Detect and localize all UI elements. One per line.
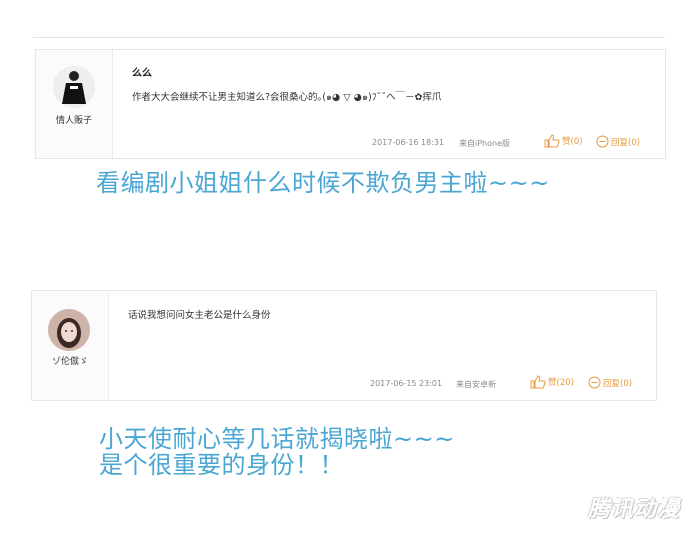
reply-button[interactable]: 回复(0) <box>588 376 632 389</box>
reply-bubble-icon <box>588 376 601 389</box>
comment-title: 么么 <box>132 68 152 79</box>
reply-count-label: 回复(0) <box>611 137 641 148</box>
username[interactable]: 情人贩子 <box>36 113 112 126</box>
page: 情人贩子 么么 作者大大会继续不让男主知道么?会很桑心的｡(๑◕ ▽ ◕๑)ﾌ˘… <box>0 0 700 545</box>
like-count-label: 赞(0) <box>562 137 583 147</box>
comment-card: 情人贩子 么么 作者大大会继续不让男主知道么?会很桑心的｡(๑◕ ▽ ◕๑)ﾌ˘… <box>35 49 666 159</box>
watermark-logo: 腾讯动漫 <box>587 497 680 522</box>
reply-button[interactable]: 回复(0) <box>596 135 640 148</box>
comment-text: 话说我想问问女主老公是什么身份 <box>128 310 271 321</box>
comment-date: 2017-06-15 23:01 <box>370 379 443 388</box>
avatar-black-dress-figure-icon <box>53 66 95 108</box>
like-count-label: 赞(20) <box>548 378 574 388</box>
username[interactable]: ゾ伦僦ゞ <box>32 354 108 367</box>
comment-text: 作者大大会继续不让男主知道么?会很桑心的｡(๑◕ ▽ ◕๑)ﾌ˘˘ヘ￣－✿挥爪 <box>132 92 442 103</box>
like-button[interactable]: 赞(20) <box>530 375 574 389</box>
comment-date: 2017-06-16 18:31 <box>372 138 445 147</box>
reply-count-label: 回复(0) <box>603 378 633 389</box>
like-button[interactable]: 赞(0) <box>544 134 583 148</box>
comment-source: 来自安卓新 <box>456 380 496 389</box>
avatar-girl-photo-icon <box>48 309 90 351</box>
thumbs-up-icon <box>530 375 546 389</box>
comment-author-panel: 情人贩子 <box>36 50 113 158</box>
comment-card: ゾ伦僦ゞ 话说我想问问女主老公是什么身份 2017-06-15 23:01 来自… <box>31 290 657 401</box>
caption-text: 看编剧小姐姐什么时候不欺负男主啦~~~ <box>96 169 550 197</box>
reply-bubble-icon <box>596 135 609 148</box>
caption-line: 小天使耐心等几话就揭晓啦~~~ <box>99 425 455 453</box>
thumbs-up-icon <box>544 134 560 148</box>
comment-source: 来自iPhone版 <box>459 139 511 148</box>
caption-line: 是个很重要的身份！！ <box>99 451 344 479</box>
caption-text: 小天使耐心等几话就揭晓啦~~~ 是个很重要的身份！！ <box>99 426 455 478</box>
avatar[interactable] <box>48 309 90 351</box>
avatar[interactable] <box>53 66 95 108</box>
comment-author-panel: ゾ伦僦ゞ <box>32 291 109 400</box>
divider <box>33 37 665 38</box>
